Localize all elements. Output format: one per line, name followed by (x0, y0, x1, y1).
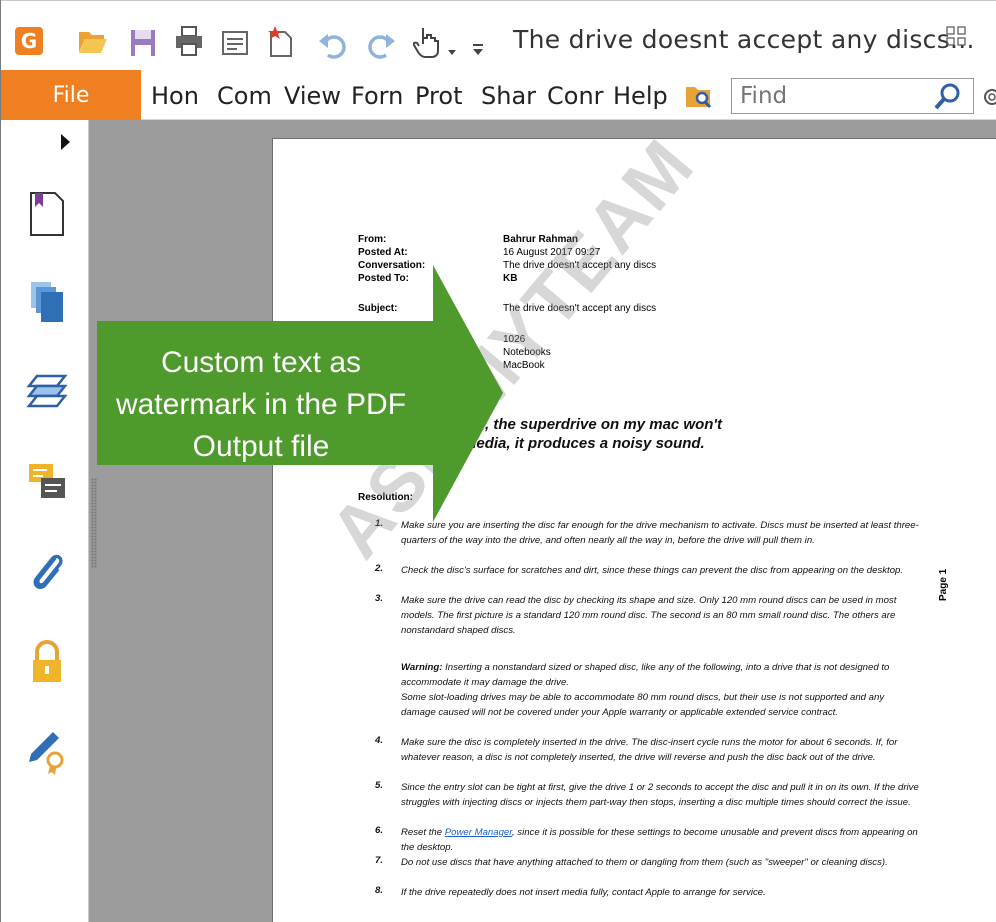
layers-icon[interactable] (25, 368, 69, 416)
search-folder-icon[interactable] (685, 82, 715, 110)
meta-from-label: From: (358, 234, 387, 245)
navigation-sidebar (1, 120, 89, 922)
bookmark-icon[interactable] (25, 190, 69, 238)
title-bar: G The drive doesnt accept any discs... (1, 0, 996, 70)
step-number: 3. (375, 593, 384, 604)
signature-icon[interactable] (25, 728, 69, 776)
hand-tool-icon[interactable] (413, 23, 443, 59)
properties-icon[interactable] (221, 25, 249, 61)
warning-label: Warning: (401, 662, 443, 673)
open-folder-icon[interactable] (77, 23, 109, 59)
search-icon[interactable] (932, 81, 964, 113)
tab-connect[interactable]: Conr (547, 82, 604, 110)
step-number: 5. (375, 780, 384, 791)
window-title: The drive doesnt accept any discs... (513, 25, 975, 54)
save-icon[interactable] (129, 25, 157, 61)
step-text: Make sure the disc is completely inserte… (401, 737, 898, 763)
step-number: 6. (375, 825, 384, 836)
app-logo-letter: G (20, 29, 38, 53)
hand-tool-dropdown-icon[interactable] (447, 35, 457, 71)
settings-gear-icon[interactable] (978, 84, 996, 110)
redo-icon[interactable] (365, 27, 397, 63)
power-manager-link[interactable]: Power Manager (445, 827, 512, 838)
step-number: 8. (375, 885, 384, 896)
pdf-page: From: Bahrur Rahman Posted At: 16 August… (272, 138, 996, 922)
new-document-icon[interactable] (265, 23, 295, 59)
warning-text-2: Some slot-loading drives may be able to … (401, 692, 885, 718)
step-number: 7. (375, 855, 384, 866)
meta-posted-at-label: Posted At: (358, 247, 408, 258)
tab-form[interactable]: Forn (351, 82, 403, 110)
window-layout-icon[interactable] (945, 25, 967, 47)
attachments-paperclip-icon[interactable] (25, 548, 69, 596)
tab-file[interactable]: File (1, 70, 141, 120)
step-text: Check the disc's surface for scratches a… (401, 565, 904, 576)
security-lock-icon[interactable] (25, 638, 69, 686)
tab-view[interactable]: View (284, 82, 341, 110)
print-icon[interactable] (173, 23, 205, 59)
callout-text: Custom text as watermark in the PDF Outp… (115, 346, 407, 463)
step-6-text: Reset the Power Manager, since it is pos… (401, 825, 921, 855)
app-logo-icon[interactable]: G (15, 27, 43, 55)
tab-help[interactable]: Help (613, 82, 668, 110)
expand-panel-arrow-icon[interactable] (61, 134, 70, 150)
find-input[interactable] (740, 81, 920, 111)
step-text: Make sure the drive can read the disc by… (401, 595, 897, 636)
step-text: Do not use discs that have anything atta… (401, 857, 888, 868)
page-thumbnails-icon[interactable] (25, 278, 69, 326)
page-number-label: Page 1 (938, 568, 949, 601)
warning-paragraph: Warning: Inserting a nonstandard sized o… (401, 660, 921, 690)
step-6-pre: Reset the (401, 827, 445, 838)
app-window: G The drive doesnt accept any discs... F… (0, 0, 996, 922)
tab-protect[interactable]: Prot (415, 82, 462, 110)
tab-home[interactable]: Hon (151, 82, 199, 110)
customize-toolbar-icon[interactable] (471, 31, 485, 67)
step-text: If the drive repeatedly does not insert … (401, 887, 766, 898)
step-text: Since the entry slot can be tight at fir… (401, 782, 919, 808)
warning-text: Inserting a nonstandard sized or shaped … (401, 662, 890, 688)
comments-icon[interactable] (25, 458, 69, 506)
step-number: 4. (375, 735, 384, 746)
step-text: Make sure you are inserting the disc far… (401, 520, 919, 546)
ribbon-tab-bar: File Hon Com View Forn Prot Shar Conr He… (1, 70, 996, 120)
tab-share[interactable]: Shar (481, 82, 536, 110)
find-box[interactable] (731, 78, 974, 114)
tab-comment[interactable]: Com (217, 82, 272, 110)
undo-icon[interactable] (317, 27, 349, 63)
